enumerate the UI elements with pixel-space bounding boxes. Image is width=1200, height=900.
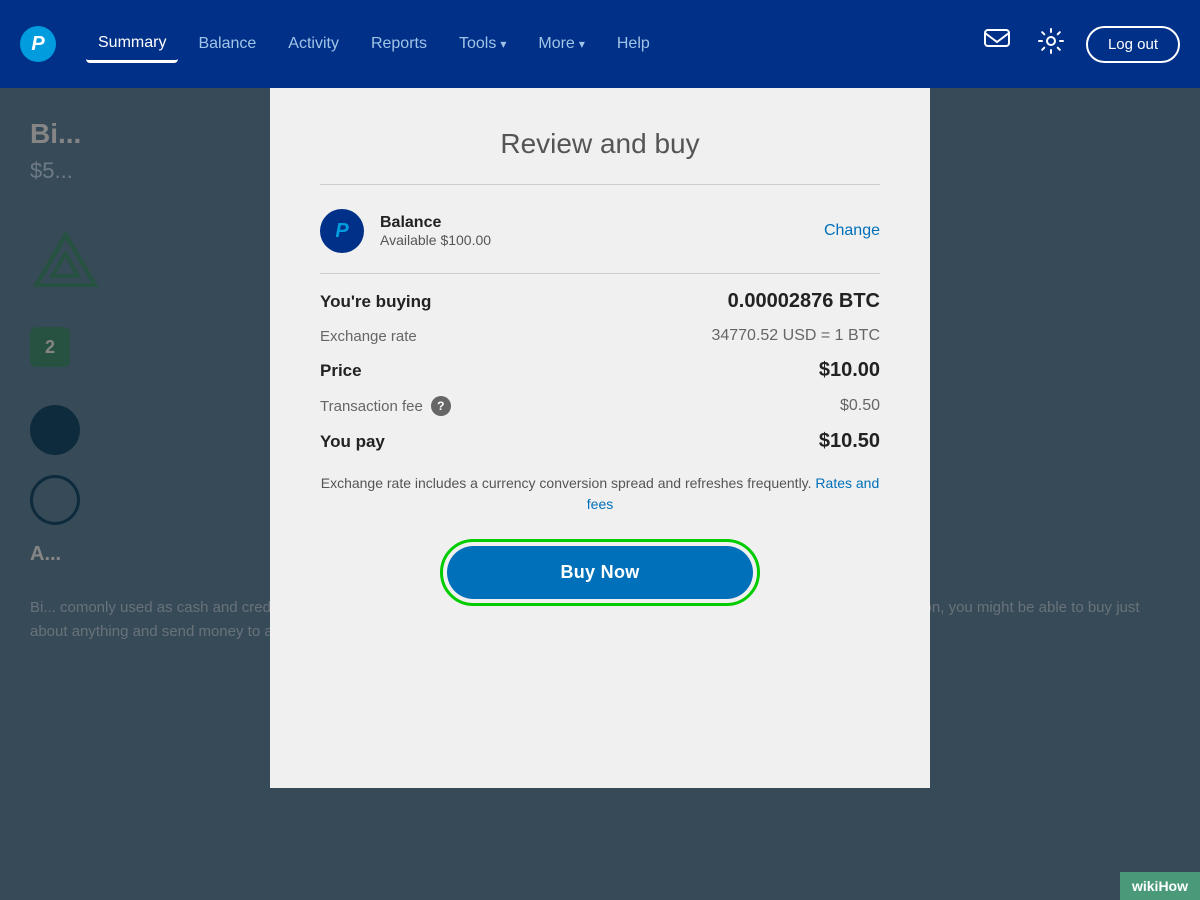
review-buy-modal: Review and buy P Balance Available $100.… <box>270 88 930 788</box>
price-value: $10.00 <box>819 359 880 382</box>
message-icon[interactable] <box>978 23 1016 65</box>
transaction-fee-row: Transaction fee ? $0.50 <box>320 396 880 416</box>
exchange-rate-label: Exchange rate <box>320 328 417 345</box>
buy-now-button[interactable]: Buy Now <box>447 546 753 599</box>
transaction-fee-value: $0.50 <box>840 397 880 415</box>
tools-chevron-icon: ▾ <box>500 37 506 51</box>
modal-title: Review and buy <box>320 128 880 160</box>
you-pay-value: $10.50 <box>819 430 880 453</box>
navbar-links: Summary Balance Activity Reports Tools ▾… <box>86 26 978 63</box>
you-pay-label: You pay <box>320 432 385 452</box>
transaction-fee-label: Transaction fee ? <box>320 396 451 416</box>
wikihow-badge: wikiHow <box>1120 872 1200 900</box>
payment-method-info: Balance Available $100.00 <box>380 214 808 248</box>
navbar: P Summary Balance Activity Reports Tools… <box>0 0 1200 88</box>
nav-help[interactable]: Help <box>605 27 662 61</box>
paypal-logo-icon: P <box>20 26 56 62</box>
paypal-balance-icon: P <box>320 209 364 253</box>
buying-label: You're buying <box>320 292 431 312</box>
nav-reports[interactable]: Reports <box>359 27 439 61</box>
navbar-logo: P <box>20 26 56 62</box>
nav-balance[interactable]: Balance <box>186 27 268 61</box>
price-row: Price $10.00 <box>320 359 880 382</box>
buy-now-container: Buy Now <box>320 539 880 606</box>
disclaimer-text: Exchange rate includes a currency conver… <box>320 473 880 515</box>
price-label: Price <box>320 361 362 381</box>
buy-now-wrapper: Buy Now <box>440 539 760 606</box>
exchange-rate-value: 34770.52 USD = 1 BTC <box>711 327 880 345</box>
you-pay-row: You pay $10.50 <box>320 430 880 453</box>
transaction-fee-info-icon[interactable]: ? <box>431 396 451 416</box>
payment-method-name: Balance <box>380 214 808 232</box>
modal-top-divider <box>320 184 880 185</box>
nav-more[interactable]: More ▾ <box>526 27 596 61</box>
settings-icon[interactable] <box>1032 22 1070 66</box>
buying-value: 0.00002876 BTC <box>728 290 880 313</box>
nav-tools[interactable]: Tools ▾ <box>447 27 518 61</box>
payment-method-row: P Balance Available $100.00 Change <box>320 209 880 253</box>
logout-button[interactable]: Log out <box>1086 26 1180 63</box>
modal-overlay: Review and buy P Balance Available $100.… <box>0 88 1200 900</box>
buying-row: You're buying 0.00002876 BTC <box>320 290 880 313</box>
nav-activity[interactable]: Activity <box>276 27 351 61</box>
nav-summary[interactable]: Summary <box>86 26 178 63</box>
change-payment-link[interactable]: Change <box>824 222 880 240</box>
exchange-rate-row: Exchange rate 34770.52 USD = 1 BTC <box>320 327 880 345</box>
modal-mid-divider <box>320 273 880 274</box>
more-chevron-icon: ▾ <box>579 37 585 51</box>
payment-method-balance: Available $100.00 <box>380 232 808 248</box>
navbar-actions: Log out <box>978 22 1180 66</box>
